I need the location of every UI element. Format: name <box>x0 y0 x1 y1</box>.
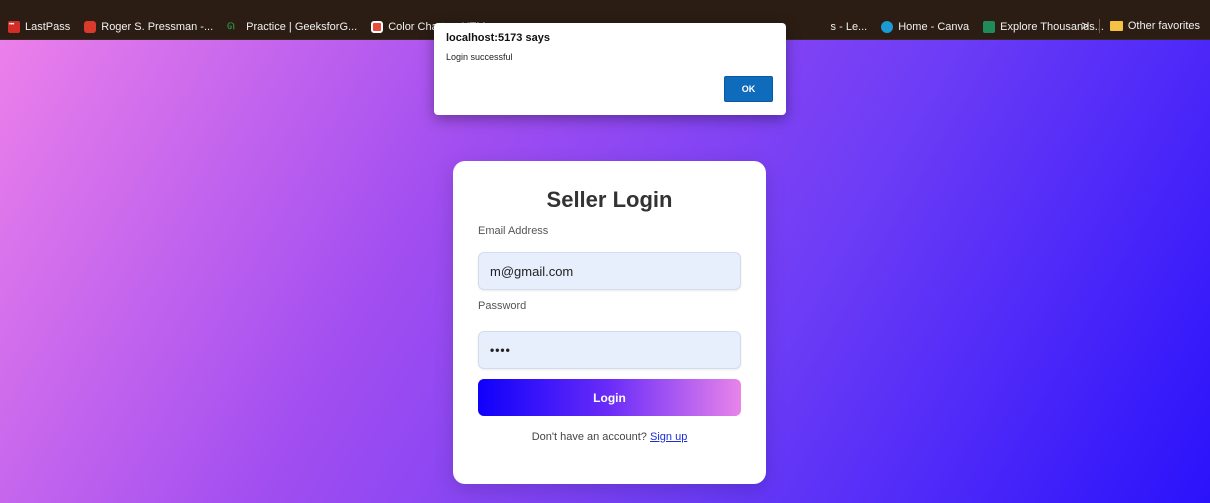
bookmark-canva[interactable]: Home - Canva <box>881 21 969 33</box>
folder-icon <box>1109 20 1123 31</box>
bookmark-label: s - Le... <box>830 21 868 33</box>
login-button[interactable]: Login <box>478 379 741 416</box>
color-chart-icon <box>371 21 384 33</box>
dialog-message: Login successful <box>446 52 513 62</box>
ok-button[interactable]: OK <box>724 76 773 102</box>
geeksforgeeks-icon: ᘏ <box>227 21 235 31</box>
bookmarks-right: > Other favorites <box>1081 18 1200 33</box>
bookmark-geeksforgeeks[interactable]: ᘏ Practice | GeeksforG... <box>227 21 357 33</box>
login-card: Seller Login Email Address m@gmail.com P… <box>453 161 766 484</box>
explore-icon <box>983 21 996 33</box>
email-field[interactable]: m@gmail.com <box>478 252 741 290</box>
bookmarks-divider <box>1098 18 1100 33</box>
other-favorites-label: Other favorites <box>1127 19 1200 32</box>
password-field[interactable]: •••• <box>478 331 741 369</box>
signup-link[interactable]: Sign up <box>650 431 687 443</box>
signup-prompt: Don't have an account? Sign up <box>478 431 741 443</box>
bookmark-label: LastPass <box>25 21 71 33</box>
page-title: Seller Login <box>546 187 673 212</box>
pdf-icon <box>84 21 97 33</box>
canva-icon <box>881 21 894 33</box>
bookmark-label: Roger S. Pressman -... <box>101 21 214 33</box>
lastpass-icon <box>8 21 20 33</box>
signup-text: Don't have an account? <box>531 431 647 443</box>
chevron-right-icon[interactable]: > <box>1081 18 1089 33</box>
dialog-title: localhost:5173 says <box>446 32 550 44</box>
bookmark-lastpass[interactable]: LastPass <box>8 21 70 33</box>
other-favorites[interactable]: Other favorites <box>1109 19 1200 32</box>
password-label: Password <box>478 300 527 312</box>
alert-dialog: localhost:5173 says Login successful OK <box>434 23 786 115</box>
email-value: m@gmail.com <box>490 263 574 279</box>
email-label: Email Address <box>478 225 549 237</box>
bookmark-label: Home - Canva <box>898 21 970 33</box>
bookmark-pressman[interactable]: Roger S. Pressman -... <box>84 21 213 33</box>
bookmark-partial[interactable]: s - Le... <box>831 21 868 33</box>
bookmark-label: Practice | GeeksforG... <box>246 21 358 33</box>
password-value: •••• <box>490 343 511 357</box>
